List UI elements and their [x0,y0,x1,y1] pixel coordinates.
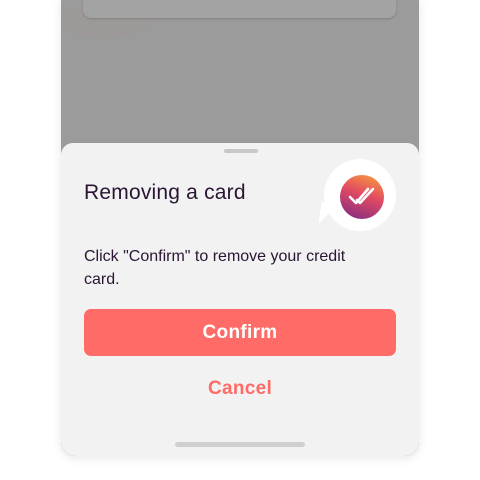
badge-bubble-tail [318,201,338,227]
home-indicator[interactable] [175,442,305,447]
double-check-badge-icon [318,159,396,231]
sheet-grab-handle[interactable] [224,149,258,153]
confirm-button[interactable]: Confirm [84,309,396,356]
bottom-sheet-dialog: Removing a card Click "Confirm" to remov… [61,143,419,456]
background-card [83,0,396,18]
double-check-icon [348,187,375,205]
badge-gradient-circle [340,175,384,219]
dialog-title: Removing a card [84,181,246,204]
dialog-message: Click "Confirm" to remove your credit ca… [84,248,346,288]
app-screen: Removing a card Click "Confirm" to remov… [61,0,419,456]
cancel-button[interactable]: Cancel [84,374,396,404]
